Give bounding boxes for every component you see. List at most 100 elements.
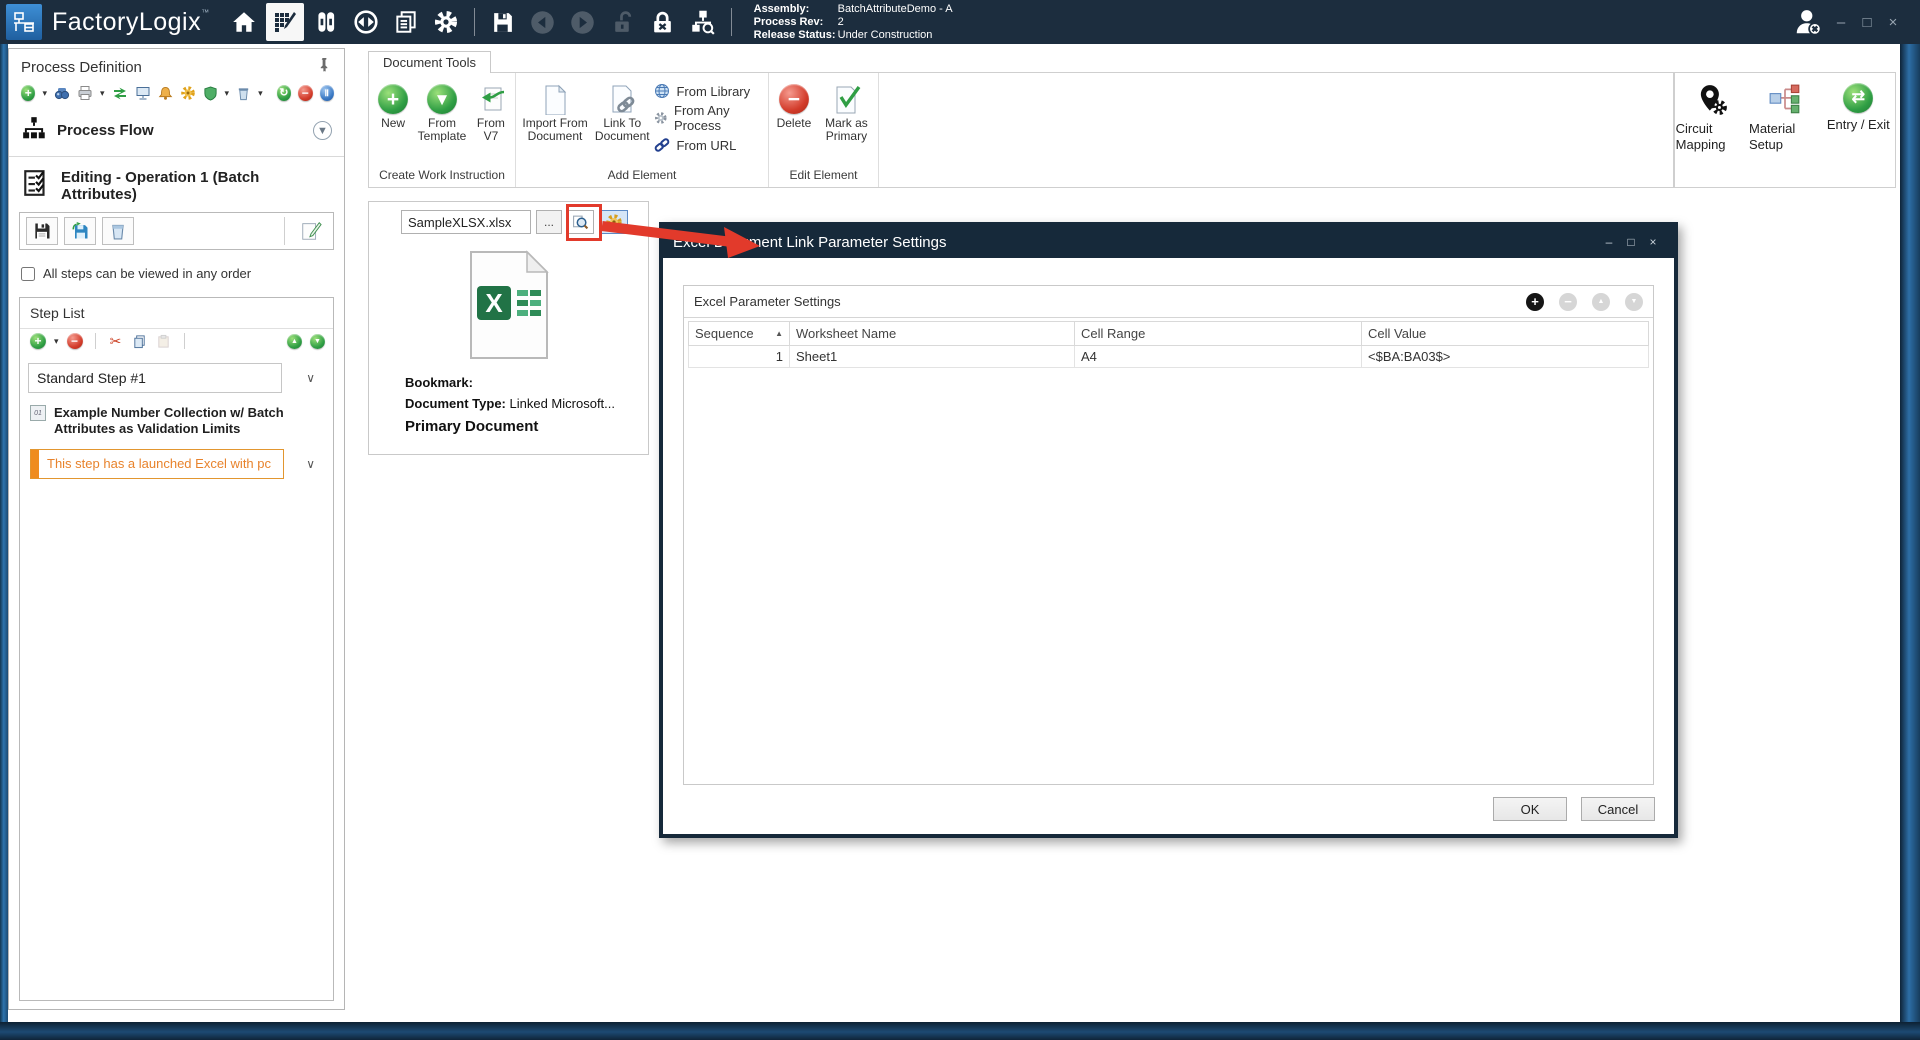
- titlebar-separator: [731, 8, 732, 36]
- process-editor-icon[interactable]: [266, 3, 304, 41]
- import-from-document-button[interactable]: Import From Document: [520, 79, 590, 143]
- pause-icon[interactable]: Ⅱ: [320, 85, 334, 101]
- warning-strip: [31, 450, 39, 478]
- dialog-titlebar[interactable]: Excel Document Link Parameter Settings –…: [663, 226, 1674, 258]
- cut-icon[interactable]: ✂: [108, 333, 124, 349]
- column-header-cell-value[interactable]: Cell Value: [1362, 322, 1649, 346]
- add-parameter-button[interactable]: +: [1526, 293, 1544, 311]
- process-search-icon[interactable]: [683, 2, 723, 42]
- shield-icon[interactable]: [203, 85, 218, 101]
- tab-document-tools[interactable]: Document Tools: [368, 51, 491, 73]
- move-parameter-up-button[interactable]: ▲: [1592, 293, 1610, 311]
- add-operation-icon[interactable]: +: [21, 85, 35, 101]
- redo-icon[interactable]: [563, 2, 603, 42]
- step-name-input[interactable]: [28, 363, 282, 393]
- collapse-icon[interactable]: ▼: [313, 121, 332, 140]
- remove-icon[interactable]: −: [298, 85, 312, 101]
- delete-operation-button[interactable]: [102, 217, 134, 245]
- from-library-button[interactable]: From Library: [654, 83, 764, 99]
- document-filename-input[interactable]: [401, 210, 531, 234]
- bookmark-label: Bookmark:: [405, 375, 473, 390]
- alert-bell-icon[interactable]: [158, 85, 173, 101]
- save-icon[interactable]: [483, 2, 523, 42]
- unlock-icon[interactable]: [603, 2, 643, 42]
- move-step-up-icon[interactable]: ▲: [287, 334, 302, 349]
- circuit-mapping-button[interactable]: Circuit Mapping: [1676, 83, 1748, 187]
- reports-icon[interactable]: [386, 2, 426, 42]
- presentation-icon[interactable]: [135, 85, 151, 101]
- print-dropdown-caret[interactable]: ▾: [100, 88, 105, 98]
- from-any-process-button[interactable]: From Any Process: [654, 103, 764, 133]
- add-step-caret[interactable]: ▾: [54, 336, 59, 346]
- copy-icon[interactable]: [132, 333, 148, 349]
- undo-icon[interactable]: [523, 2, 563, 42]
- home-icon[interactable]: [224, 2, 264, 42]
- materials-icon[interactable]: [306, 2, 346, 42]
- transfer-icon[interactable]: [112, 85, 128, 101]
- window-close-button[interactable]: ×: [1880, 14, 1906, 31]
- delete-trash-icon[interactable]: [236, 85, 251, 101]
- plus-icon: +: [378, 84, 408, 114]
- cancel-button[interactable]: Cancel: [1581, 797, 1655, 821]
- user-logout-icon[interactable]: [1788, 2, 1828, 42]
- step-warning-box[interactable]: This step has a launched Excel with pc: [30, 449, 284, 479]
- delete-dropdown-caret[interactable]: ▾: [258, 88, 263, 98]
- link-to-document-button[interactable]: Link To Document: [594, 79, 650, 143]
- move-parameter-down-button[interactable]: ▼: [1625, 293, 1643, 311]
- warning-expand-chevron[interactable]: ∨: [306, 457, 315, 471]
- shield-dropdown-caret[interactable]: ▾: [225, 88, 230, 98]
- ok-button[interactable]: OK: [1493, 797, 1567, 821]
- lock-discard-icon[interactable]: [643, 2, 683, 42]
- window-restore-button[interactable]: □: [1854, 14, 1880, 31]
- process-flow-header[interactable]: Process Flow ▼: [9, 107, 344, 154]
- from-template-button[interactable]: ▼ From Template: [417, 79, 467, 143]
- remove-parameter-button[interactable]: −: [1559, 293, 1577, 311]
- paste-icon[interactable]: [156, 333, 172, 349]
- process-definition-panel: Process Definition + ▾ ▾ ▾ ▾ ↻ −: [8, 48, 345, 1010]
- navigator-icon[interactable]: [346, 2, 386, 42]
- add-step-icon[interactable]: +: [30, 333, 46, 349]
- cell-value: <$BA:BA03$>: [1362, 346, 1649, 368]
- entry-exit-button[interactable]: ⇄ Entry / Exit: [1822, 83, 1894, 187]
- primary-document-label: Primary Document: [405, 416, 648, 437]
- column-header-sequence[interactable]: Sequence▲: [689, 322, 790, 346]
- operation-shortcuts: Circuit Mapping Material Setup ⇄ Entry /…: [1674, 72, 1896, 188]
- pin-icon[interactable]: [317, 57, 332, 77]
- column-header-cell-range[interactable]: Cell Range: [1075, 322, 1362, 346]
- edit-instructions-button[interactable]: [295, 217, 327, 245]
- dialog-close-button[interactable]: ×: [1642, 235, 1664, 249]
- column-header-worksheet[interactable]: Worksheet Name: [790, 322, 1075, 346]
- find-icon[interactable]: [54, 85, 70, 101]
- any-order-checkbox[interactable]: [21, 267, 35, 281]
- dialog-restore-button[interactable]: □: [1620, 235, 1642, 249]
- refresh-icon[interactable]: ↻: [277, 85, 291, 101]
- settings-gear-icon[interactable]: [426, 2, 466, 42]
- titlebar-separator: [474, 8, 475, 36]
- from-url-button[interactable]: From URL: [654, 137, 764, 153]
- delete-element-button[interactable]: − Delete: [773, 79, 815, 130]
- window-minimize-button[interactable]: –: [1828, 14, 1854, 31]
- from-v7-button[interactable]: From V7: [471, 79, 511, 143]
- save-as-template-button[interactable]: [64, 217, 96, 245]
- operation-toolbar: [19, 212, 334, 250]
- mark-as-primary-button[interactable]: Mark as Primary: [819, 79, 874, 143]
- remove-step-icon[interactable]: −: [67, 333, 83, 349]
- move-step-down-icon[interactable]: ▼: [310, 334, 325, 349]
- step-expand-chevron[interactable]: ∨: [306, 371, 315, 385]
- cell-range: A4: [1075, 346, 1362, 368]
- print-icon[interactable]: [77, 85, 93, 101]
- attributes-gear-icon[interactable]: [180, 85, 196, 101]
- any-order-row: All steps can be viewed in any order: [9, 252, 344, 291]
- add-dropdown-caret[interactable]: ▾: [42, 88, 47, 98]
- document-link-icon: [606, 83, 638, 115]
- step-description-row[interactable]: 01 Example Number Collection w/ Batch At…: [20, 399, 333, 441]
- browse-button[interactable]: ...: [536, 210, 562, 234]
- save-operation-button[interactable]: [26, 217, 58, 245]
- release-status-value: Under Construction: [838, 29, 933, 41]
- dialog-minimize-button[interactable]: –: [1598, 235, 1620, 249]
- material-setup-button[interactable]: Material Setup: [1749, 83, 1821, 187]
- new-document-button[interactable]: + New: [373, 79, 413, 130]
- trademark: ™: [201, 8, 210, 17]
- excel-file-thumbnail[interactable]: X: [369, 250, 648, 360]
- parameter-row[interactable]: 1 Sheet1 A4 <$BA:BA03$>: [689, 346, 1649, 368]
